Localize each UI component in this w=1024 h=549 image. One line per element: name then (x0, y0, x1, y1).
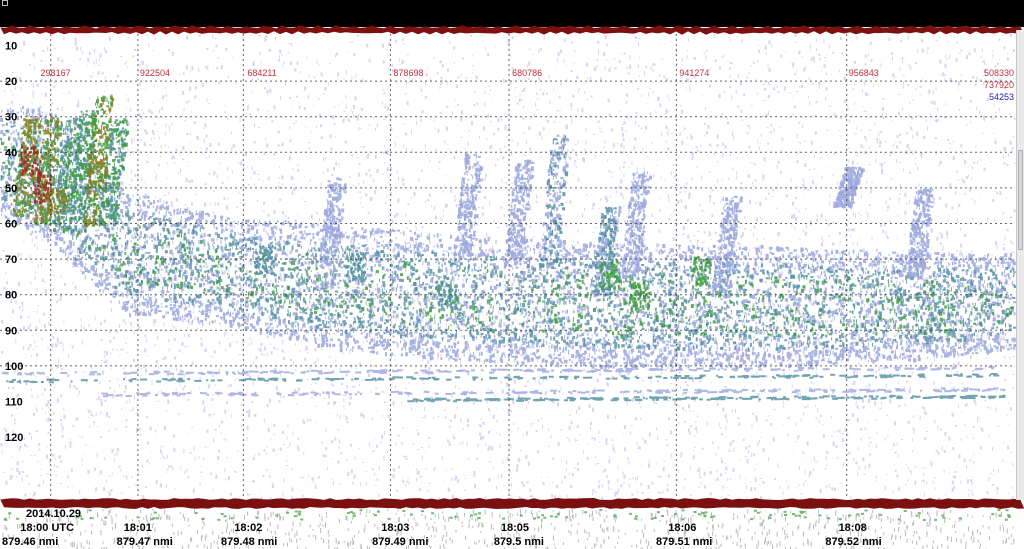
depth-tick-60: 60 (5, 219, 17, 231)
ping-id-3: 878698 (393, 68, 423, 78)
vertical-scrollbar[interactable] (1016, 30, 1024, 500)
time-tick-6: 18:08 (839, 522, 867, 534)
time-tick-1: 18:01 (124, 522, 152, 534)
date-label: 2014.10.29 (26, 508, 81, 520)
distance-tick-2: 879.48 nmi (221, 536, 277, 548)
distance-tick-6: 879.52 nmi (825, 536, 881, 548)
time-tick-3: 18:03 (381, 522, 409, 534)
surface-dead-zone (0, 0, 1024, 27)
depth-tick-80: 80 (5, 290, 17, 302)
distance-tick-1: 879.47 nmi (117, 536, 173, 548)
depth-tick-50: 50 (5, 183, 17, 195)
right-id-2: 54253 (989, 92, 1014, 102)
ping-id-0: 298167 (41, 68, 71, 78)
depth-tick-10: 10 (5, 41, 17, 53)
scrollbar-thumb[interactable] (1018, 150, 1023, 250)
depth-tick-110: 110 (5, 397, 23, 409)
ping-id-4: 680786 (512, 68, 542, 78)
time-tick-5: 18:06 (668, 522, 696, 534)
time-tick-2: 18:02 (234, 522, 262, 534)
surface-layer (0, 0, 1024, 35)
time-tick-0: 18:00 UTC (20, 522, 74, 534)
distance-tick-0: 879.46 nmi (2, 536, 58, 548)
distance-tick-4: 879.5 nmi (494, 536, 544, 548)
ping-id-2: 684211 (247, 68, 276, 78)
depth-tick-40: 40 (5, 147, 17, 159)
depth-tick-30: 30 (5, 112, 17, 124)
depth-tick-20: 20 (5, 76, 17, 88)
right-id-1: 737920 (984, 80, 1014, 90)
depth-tick-100: 100 (5, 361, 23, 373)
distance-tick-3: 879.49 nmi (372, 536, 428, 548)
ping-id-6: 956843 (849, 68, 879, 78)
distance-tick-5: 879.51 nmi (656, 536, 712, 548)
time-tick-4: 18:05 (501, 522, 529, 534)
depth-tick-120: 120 (5, 432, 23, 444)
ping-id-5: 941274 (679, 68, 709, 78)
echogram-chart: 10 20 30 40 50 60 70 80 90 100 110 120 298167 922504… (0, 0, 1024, 549)
depth-tick-90: 90 (5, 325, 17, 337)
right-id-0: 508330 (984, 68, 1014, 78)
window-menu-icon[interactable] (2, 0, 8, 6)
ping-id-1: 922504 (140, 68, 170, 78)
depth-tick-70: 70 (5, 254, 17, 266)
